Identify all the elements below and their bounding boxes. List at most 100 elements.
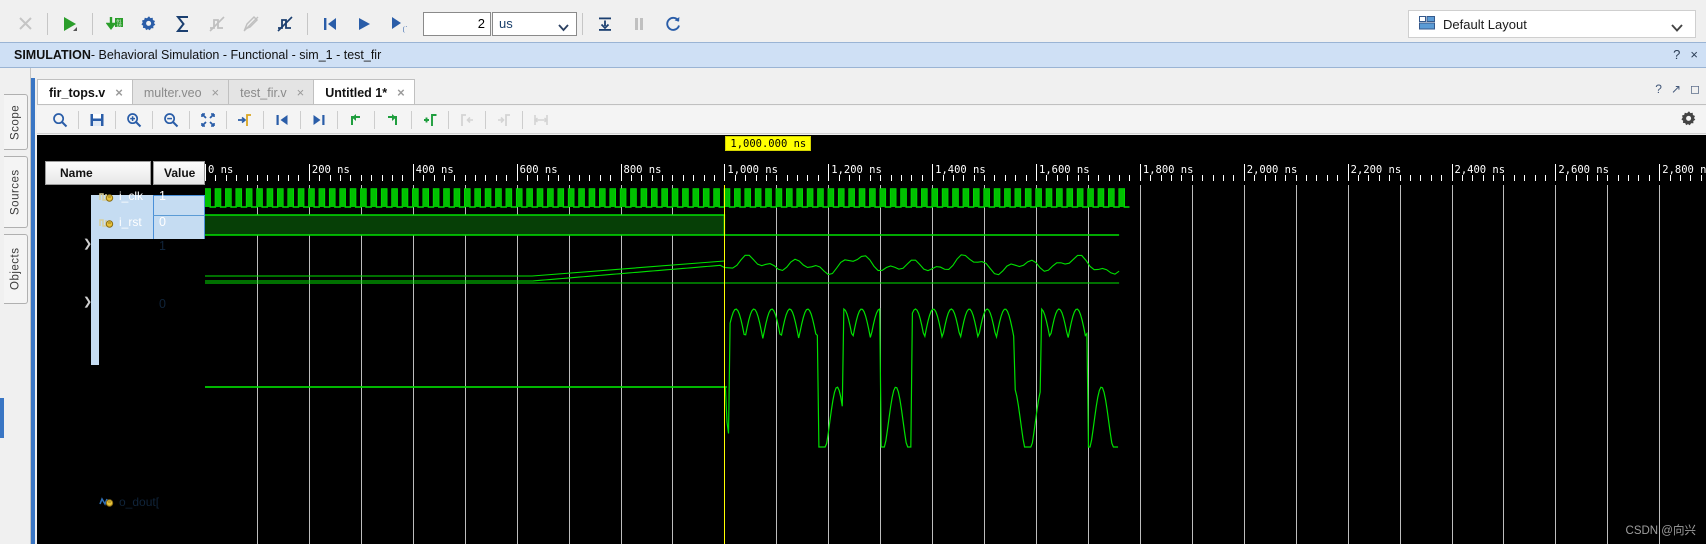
close-icon[interactable] [8,7,42,41]
expander-i-din[interactable]: ❯ [83,237,92,250]
signal-row-i-clk[interactable]: i_clk [99,189,143,203]
clock-pulse [786,189,792,207]
clock-pulse [765,189,772,207]
watermark: CSDN @向兴 [1625,525,1696,537]
toolbar-divider [300,110,301,129]
help-icon[interactable]: ? [1673,47,1680,62]
cursor-marker-label: 1,000.000 ns [725,136,812,151]
step-down-icon[interactable] [588,7,622,41]
panel-accent-bar [0,398,4,438]
zoom-fit-icon[interactable] [193,107,223,133]
float-icon[interactable]: ↗ [1671,82,1681,96]
help-icon[interactable]: ? [1655,82,1662,96]
waveform-trace [205,254,1120,282]
clock-pulse [703,189,709,207]
time-unit-select[interactable]: us [492,11,577,36]
clock-pulse [610,189,616,207]
previous-marker-icon[interactable] [341,107,371,133]
tab-untitled-1[interactable]: Untitled 1* × [313,79,415,105]
sidebar-tab-scope[interactable]: Scope [4,94,28,150]
svg-text:10: 10 [116,24,122,28]
waveform-toolbar-buttons [37,107,556,133]
clock-pulse [558,189,564,207]
sidebar-tab-objects[interactable]: Objects [4,234,28,304]
waveform-settings-icon[interactable] [1680,110,1698,131]
goto-time-icon[interactable] [230,107,260,133]
column-header-name[interactable]: Name [45,161,151,185]
clock-pulse [360,189,367,207]
clock-pulse [797,189,803,207]
layout-selector[interactable]: Default Layout [1408,10,1696,38]
save-icon[interactable] [82,107,112,133]
next-transition-icon[interactable] [304,107,334,133]
window-controls: ? ↗ ◻ [1655,82,1700,96]
svg-text:(T): (T) [402,26,407,33]
clock-pulse [589,189,595,207]
toolbar-divider [307,12,308,35]
clock-pulse [952,189,959,207]
clock-pulse [1025,189,1031,207]
signal-name: i_clk [119,189,144,203]
settings-gear-icon[interactable] [132,7,166,41]
restart-icon[interactable]: 01 10 [98,7,132,41]
maximize-icon[interactable]: ◻ [1690,82,1700,96]
zoom-out-icon[interactable] [156,107,186,133]
signal-row-i-rst[interactable]: i_rst [99,215,142,229]
previous-transition-icon[interactable] [267,107,297,133]
run-all-icon[interactable] [347,7,381,41]
clock-pulse [1108,189,1114,207]
clock-pulse [443,189,450,207]
clock-pulse [900,189,907,207]
snap-left-icon [452,107,482,133]
toolbar-divider [115,110,116,129]
clock-pulse [859,189,865,207]
clock-pulse [1067,189,1073,207]
pause-icon[interactable] [622,7,656,41]
toolbar-divider [78,110,79,129]
clock-pulse [828,189,834,207]
step-to-start-icon[interactable] [313,7,347,41]
waveform-plot[interactable]: 0 ns 200 ns 400 ns 600 ns 800 ns 1,000 ns 1,20… [205,135,1706,544]
next-marker-icon[interactable] [378,107,408,133]
clock-pulse [475,189,481,207]
run-time-input[interactable]: 2 [423,11,491,36]
tab-fir-tops-v[interactable]: fir_tops.v × [37,79,133,105]
expander-o-dout[interactable]: ❯ [83,295,92,308]
close-icon[interactable]: × [297,85,305,100]
run-for-time-icon[interactable]: (T) [381,7,415,41]
tab-bar-underline [37,104,1706,105]
clock-pulse [288,189,294,207]
relaunch-icon[interactable] [268,7,302,41]
column-header-value[interactable]: Value [153,161,205,185]
time-unit-value: us [499,16,513,31]
close-icon[interactable]: × [397,85,405,100]
flow-detail: - Behavioral Simulation - Functional - s… [90,48,382,62]
tab-test-fir-v[interactable]: test_fir.v × [228,79,315,105]
search-icon[interactable] [45,107,75,133]
zoom-in-icon[interactable] [119,107,149,133]
clock-pulse [651,189,657,207]
refresh-icon[interactable] [656,7,690,41]
clock-pulse [578,189,585,207]
cursor-marker-line[interactable] [724,185,726,544]
close-icon[interactable]: × [115,85,123,100]
flow-banner: SIMULATION - Behavioral Simulation - Fun… [0,42,1706,68]
close-icon[interactable]: × [212,85,220,100]
clock-pulse [215,189,221,207]
signal-name: i_rst [119,215,142,229]
sidebar-tab-sources[interactable]: Sources [4,156,28,228]
tab-multer-veo[interactable]: multer.veo × [131,79,230,105]
clock-pulse [911,189,917,207]
close-icon[interactable]: × [1690,47,1698,62]
clock-pulse [1119,189,1125,207]
waveform-trace [205,260,725,277]
toolbar-divider [92,12,93,35]
signal-waveforms [205,188,1130,448]
run-simulation-icon[interactable] [53,7,87,41]
sidebar-tab-label: Objects [9,247,22,291]
sigma-icon[interactable] [166,7,200,41]
add-marker-icon[interactable] [415,107,445,133]
clock-pulse [537,189,543,207]
clock-pulse [319,189,325,207]
clock-pulse [1098,189,1104,207]
